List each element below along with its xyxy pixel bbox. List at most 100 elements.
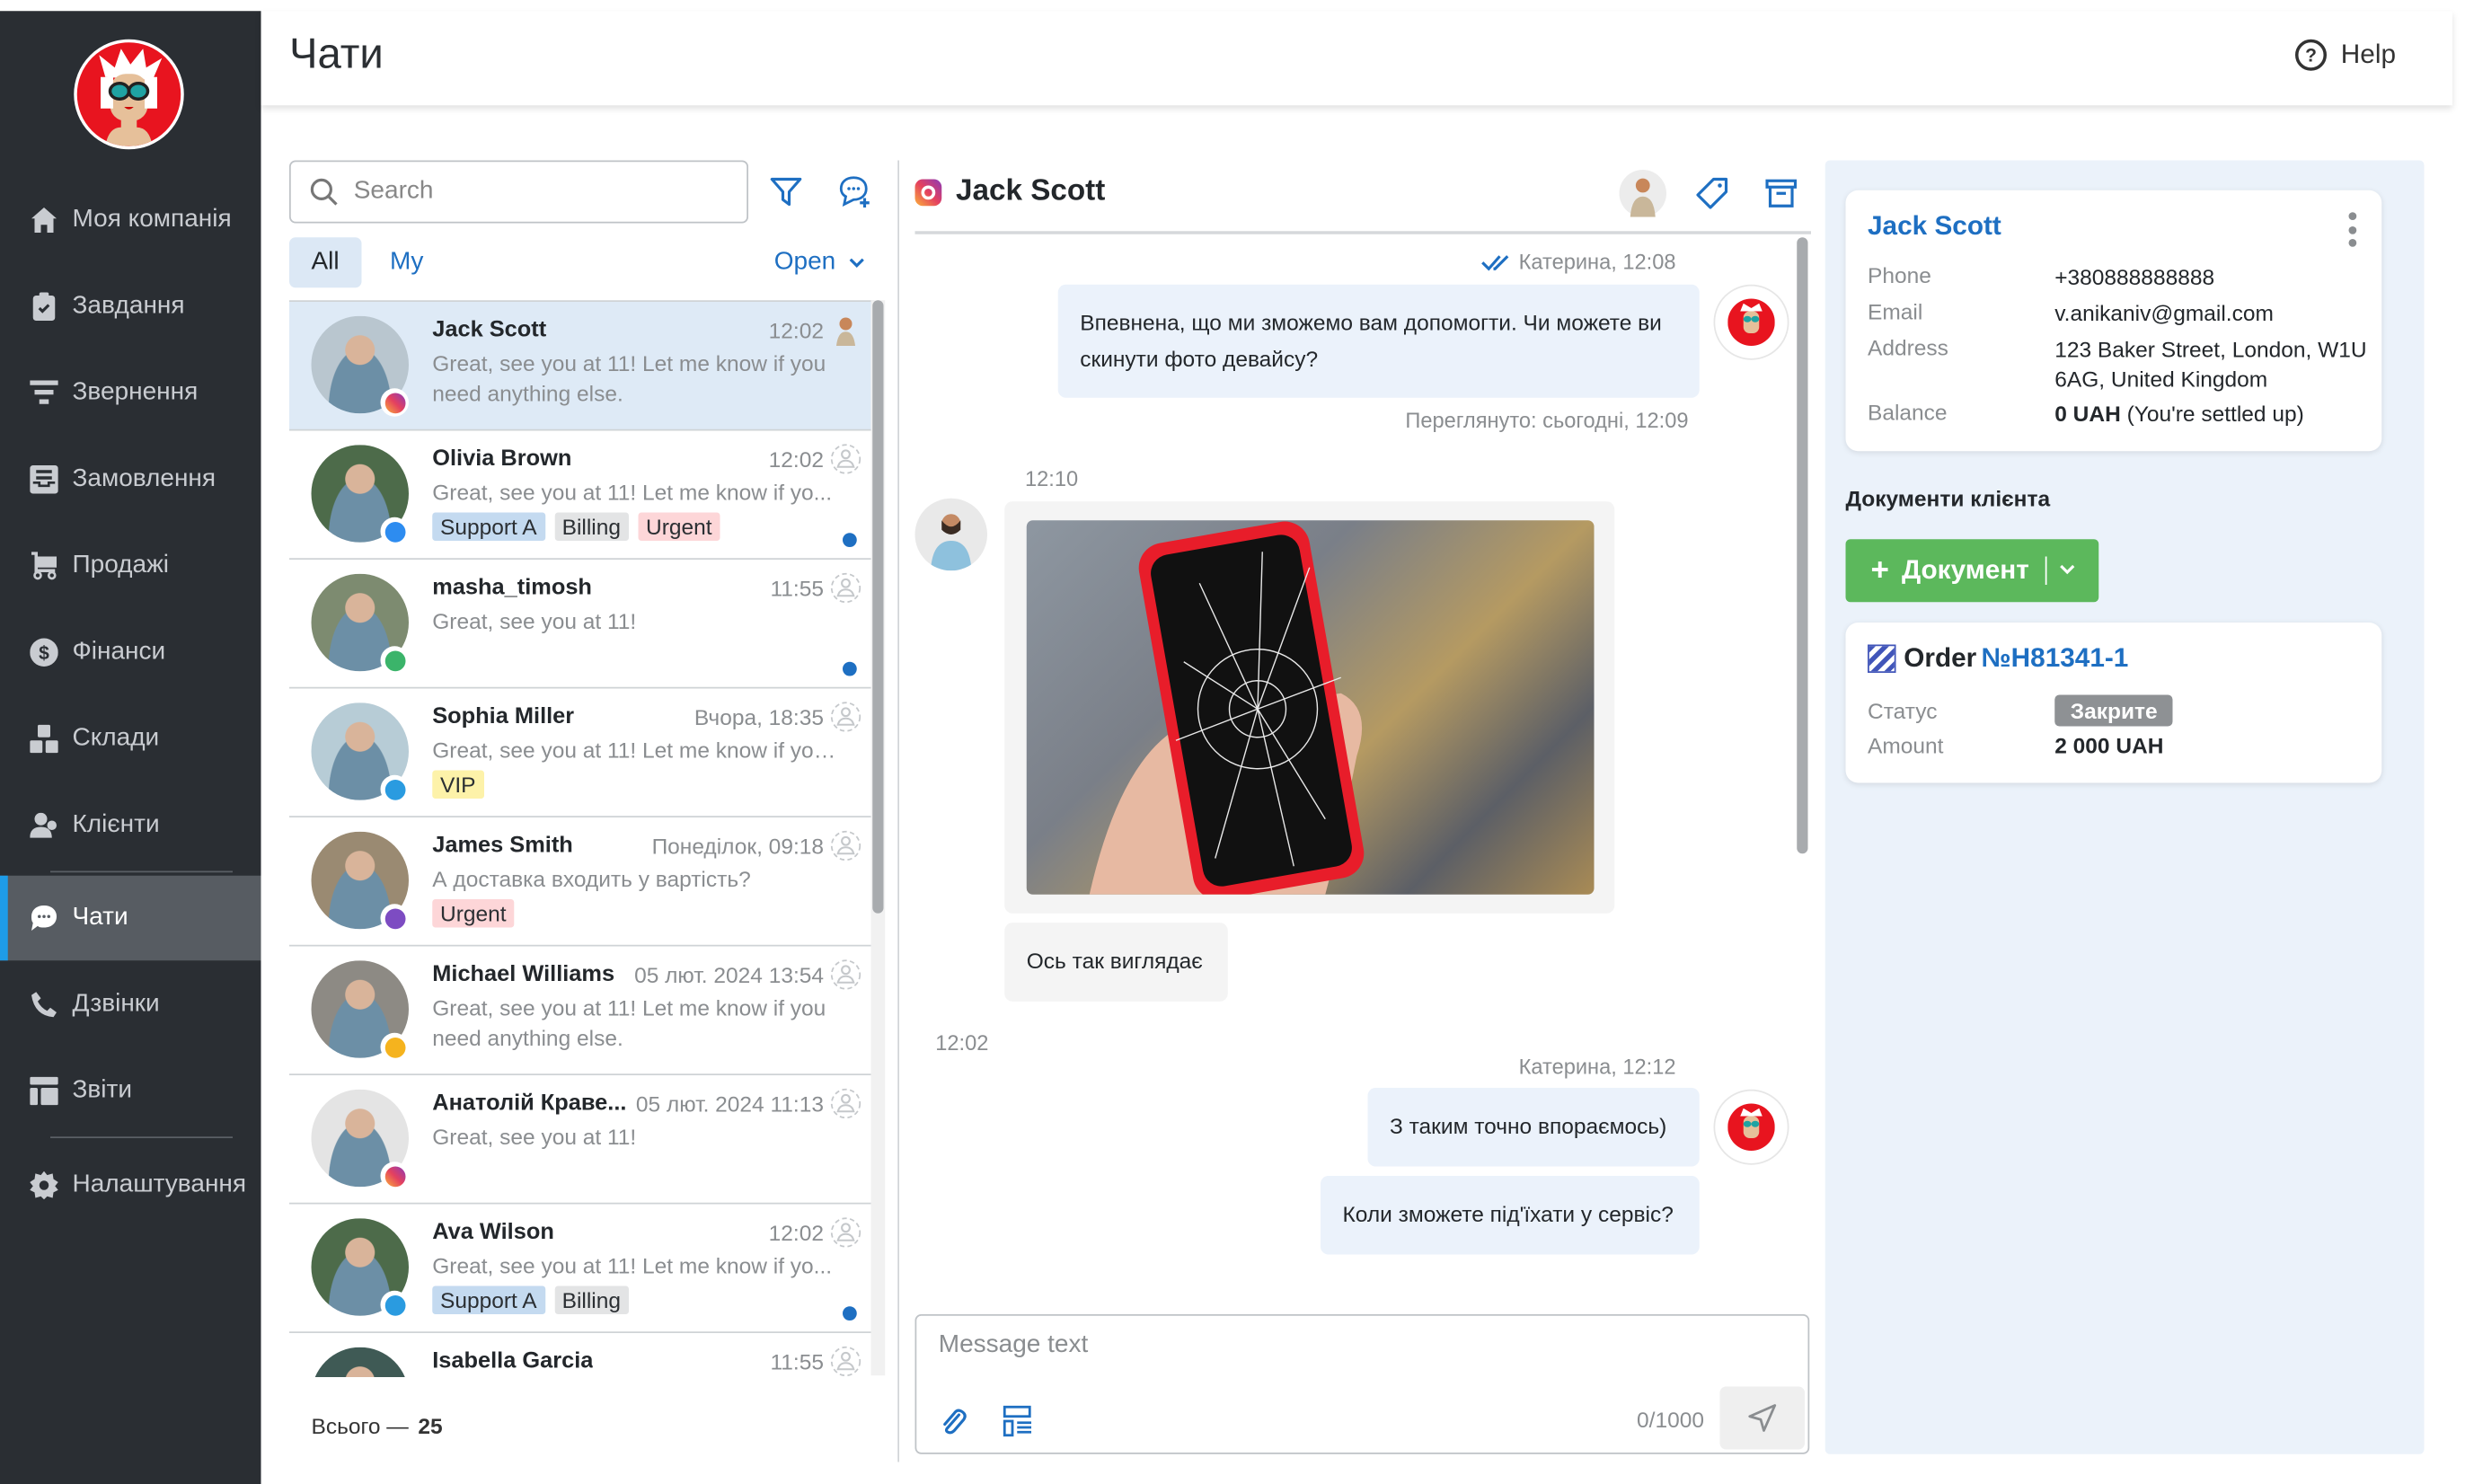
client-avatar-icon xyxy=(931,514,972,571)
more-options-button[interactable] xyxy=(2344,212,2360,247)
client-phone-row: Phone +380888888888 xyxy=(1868,262,2393,292)
inbox-icon xyxy=(29,463,60,494)
sidebar-item-calls[interactable]: Дзвінки xyxy=(0,960,261,1047)
company-logo[interactable] xyxy=(74,39,184,150)
archive-icon xyxy=(1765,179,1798,208)
conversation-scrollbar[interactable] xyxy=(1796,234,1810,1313)
sidebar-item-warehouses[interactable]: Склади xyxy=(0,695,261,782)
message-preview: Great, see you at 11! Let me know if you… xyxy=(432,737,842,763)
filter-button[interactable] xyxy=(767,173,805,211)
add-document-button[interactable]: + Документ xyxy=(1845,539,2099,603)
sidebar-item-requests[interactable]: Звернення xyxy=(0,349,261,436)
chat-list-item[interactable]: Olivia Brown 12:02 Great, see you at 11! L… xyxy=(289,430,871,560)
char-counter: 0/1000 xyxy=(1637,1407,1704,1433)
conversation-panel: Jack Scott Катерина, 12:08 Впевнена, що … xyxy=(914,161,1811,1462)
assigned-agent-avatar-icon xyxy=(836,317,855,346)
unread-dot xyxy=(843,533,857,547)
unassigned-agent-icon[interactable] xyxy=(830,959,861,991)
contact-name: Olivia Brown xyxy=(432,446,572,472)
order-amount: 2 000 UAH xyxy=(2054,732,2164,758)
unassigned-agent-icon[interactable] xyxy=(830,702,861,733)
message-thread: Катерина, 12:08 Впевнена, що ми зможемо … xyxy=(914,234,1799,1313)
search-icon xyxy=(310,178,338,206)
chat-time: 05 лют. 2024 11:13 xyxy=(635,1091,824,1117)
unassigned-agent-icon[interactable] xyxy=(830,572,861,604)
status-filter-dropdown[interactable]: Open xyxy=(774,237,865,287)
attached-photo[interactable] xyxy=(1026,520,1595,895)
templates-button[interactable] xyxy=(1002,1404,1037,1439)
chat-list-item[interactable]: Sophia Miller Вчора, 18:35 Great, see you … xyxy=(289,688,871,817)
search-input[interactable] xyxy=(350,176,735,208)
sidebar-item-label: Звіти xyxy=(72,1075,132,1103)
chat-list-item[interactable]: Michael Williams 05 лют. 2024 13:54 Great,… xyxy=(289,946,871,1075)
unassigned-agent-icon[interactable] xyxy=(830,444,861,475)
sidebar-item-reports[interactable]: Звіти xyxy=(0,1047,261,1134)
total-count: 25 xyxy=(418,1413,443,1439)
chat-add-icon xyxy=(839,176,870,208)
tab-my[interactable]: My xyxy=(368,237,446,287)
chevron-down-icon xyxy=(849,258,864,268)
unread-dot xyxy=(843,1306,857,1321)
chat-tags: Support A Billing xyxy=(432,1285,629,1314)
chat-list-item[interactable]: Анатолій Краве... 05 лют. 2024 11:13 Great… xyxy=(289,1075,871,1205)
chat-list-item[interactable]: masha_timosh 11:55 Great, see you at 11! xyxy=(289,560,871,689)
unassigned-agent-icon[interactable] xyxy=(830,830,861,861)
tag-button[interactable] xyxy=(1689,170,1736,217)
agent-avatar-icon xyxy=(1727,1103,1775,1151)
chat-list-item[interactable]: Ava Wilson 12:02 Great, see you at 11! Let… xyxy=(289,1204,871,1333)
tab-all[interactable]: All xyxy=(289,237,362,288)
chat-tabs: All My Open xyxy=(289,237,874,289)
chat-list-item[interactable]: Jack Scott 12:02 Great, see you at 11! Let… xyxy=(289,302,871,431)
unassigned-agent-icon[interactable] xyxy=(830,1217,861,1249)
gear-icon xyxy=(29,1169,60,1200)
field-label: Статус xyxy=(1868,698,1938,723)
sidebar-item-settings[interactable]: Налаштування xyxy=(0,1142,261,1228)
split-divider xyxy=(2045,556,2047,585)
sidebar-item-sales[interactable]: Продажі xyxy=(0,522,261,608)
sidebar-item-finance[interactable]: $ Фінанси xyxy=(0,608,261,694)
sidebar-item-clients[interactable]: Клієнти xyxy=(0,782,261,868)
chat-list-scrollbar[interactable] xyxy=(870,300,886,1376)
whatsapp-channel-icon xyxy=(380,646,409,675)
sidebar-item-orders[interactable]: Замовлення xyxy=(0,436,261,522)
new-chat-button[interactable] xyxy=(836,173,874,211)
users-icon xyxy=(29,808,60,840)
chat-list-panel: All My Open Jack Scott 12:02 Great, see yo… xyxy=(289,160,887,1462)
instagram-channel-icon xyxy=(380,1162,409,1190)
search-box[interactable] xyxy=(289,160,748,224)
report-table-icon xyxy=(29,1074,60,1106)
tag-icon xyxy=(1696,177,1728,209)
message-time: 12:02 xyxy=(935,1031,989,1056)
message-preview: Great, see you at 11! Let me know if you… xyxy=(432,350,826,406)
send-icon xyxy=(1748,1404,1777,1432)
scrollbar-thumb[interactable] xyxy=(1797,237,1808,854)
help-label: Help xyxy=(2340,39,2396,69)
agent-avatar-icon xyxy=(1727,298,1775,346)
chevron-down-icon[interactable] xyxy=(2059,562,2075,579)
message-input[interactable] xyxy=(935,1328,1697,1379)
assignee-avatar-icon xyxy=(1619,170,1666,217)
help-button[interactable]: ? Help xyxy=(2295,39,2396,71)
sidebar-item-tasks[interactable]: Завдання xyxy=(0,262,261,349)
sidebar-item-chats[interactable]: Чати xyxy=(0,875,261,961)
attach-button[interactable] xyxy=(935,1404,970,1439)
assignee-avatar[interactable] xyxy=(1619,170,1666,217)
send-button[interactable] xyxy=(1719,1386,1805,1450)
email-value[interactable]: v.anikaniv@gmail.com xyxy=(2054,299,2392,329)
phone-value[interactable]: +380888888888 xyxy=(2054,262,2392,292)
chat-list-item[interactable]: James Smith Понеділок, 09:18 А доставка вх… xyxy=(289,817,871,947)
order-number-link[interactable]: №H81341-1 xyxy=(1982,643,2129,675)
sidebar-item-company[interactable]: Моя компанія xyxy=(0,176,261,262)
field-label: Balance xyxy=(1868,399,1948,425)
scrollbar-thumb[interactable] xyxy=(872,300,884,914)
archive-button[interactable] xyxy=(1758,170,1806,217)
chat-tag: Urgent xyxy=(638,512,720,541)
unassigned-agent-icon[interactable] xyxy=(830,1088,861,1119)
unassigned-agent-icon[interactable] xyxy=(830,1346,861,1377)
top-bar: Чати ? Help xyxy=(261,11,2452,106)
livechat-channel-icon xyxy=(380,1032,409,1062)
sidebar-item-label: Дзвінки xyxy=(72,989,160,1017)
chat-list-item[interactable]: Isabella Garcia 11:55 xyxy=(289,1333,871,1377)
client-name-link[interactable]: Jack Scott xyxy=(1868,211,2001,243)
field-label: Address xyxy=(1868,334,1948,360)
